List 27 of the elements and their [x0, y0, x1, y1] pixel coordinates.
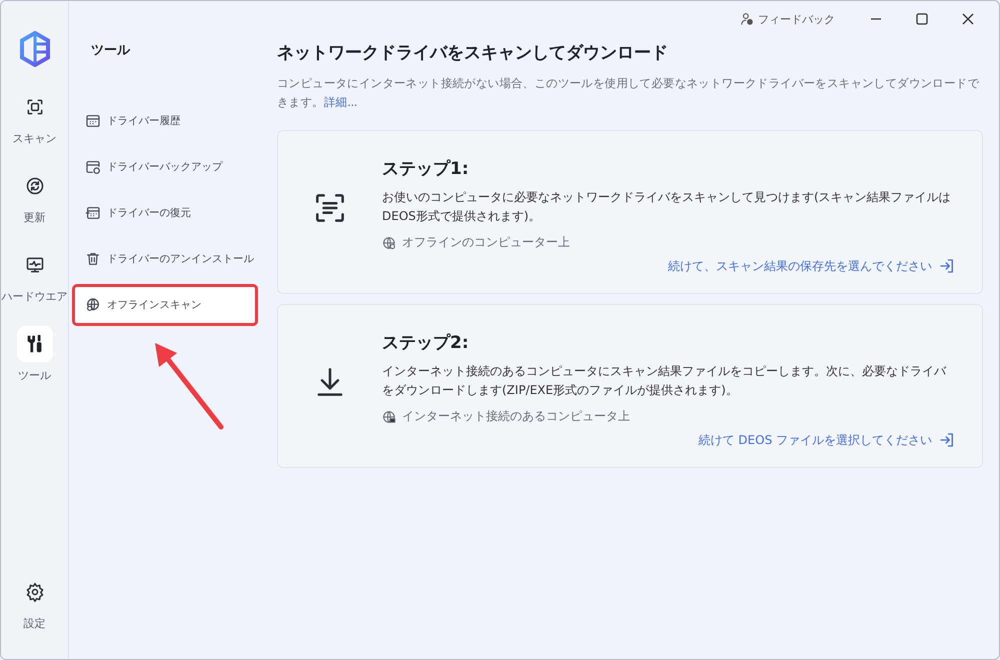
menu-item[interactable]: オフラインスキャン: [75, 287, 255, 323]
nav-label: ハードウエア: [2, 289, 68, 304]
nav-item[interactable]: スキャン: [12, 89, 56, 146]
menu-item[interactable]: ドライバー履歴: [75, 103, 255, 139]
step-title: ステップ1:: [382, 158, 470, 180]
nav-label: 更新: [24, 210, 46, 225]
nav-item[interactable]: 更新: [16, 168, 52, 225]
step-text: インターネット接続のあるコンピュータにスキャン結果ファイルをコピーします。次に、必要なドライバをダウンロードします(ZIP/EXE形式のファイルが提供されます)。: [382, 363, 948, 399]
continue-link[interactable]: 続けて、スキャン結果の保存先を選んでください: [668, 257, 956, 275]
location-label: インターネット接続のあるコンピュータ上: [402, 408, 630, 425]
page-description: コンピュータにインターネット接続がない場合、このツールを使用して必要なネットワークドライバーをスキャンしてダウンロードできます。詳細...: [277, 75, 980, 111]
nav-label: ツール: [18, 368, 51, 383]
more-link[interactable]: 詳細...: [324, 95, 358, 109]
nav-label: 設定: [24, 616, 46, 631]
nav-label: スキャン: [12, 131, 56, 146]
nav-item[interactable]: ハードウエア: [2, 247, 68, 304]
feedback-button[interactable]: フィードバック: [734, 10, 841, 28]
settings-nav-item[interactable]: 設定: [16, 574, 52, 631]
section-title: ツール: [90, 42, 132, 59]
step-title: ステップ2:: [382, 332, 470, 354]
page-title: ネットワークドライバをスキャンしてダウンロード: [277, 42, 669, 64]
menu-item[interactable]: ドライバーのアンインストール: [75, 241, 255, 277]
menu-item[interactable]: ドライバーバックアップ: [75, 149, 255, 185]
menu-item[interactable]: ドライバーの復元: [75, 195, 255, 231]
continue-link[interactable]: 続けて DEOS ファイルを選択してください: [698, 431, 956, 449]
step-text: お使いのコンピュータに必要なネットワークドライバをスキャンして見つけます(スキャン結果ファイルはDEOS形式で提供されます)。: [382, 189, 952, 225]
location-label: オフラインのコンピューター上: [402, 234, 570, 251]
